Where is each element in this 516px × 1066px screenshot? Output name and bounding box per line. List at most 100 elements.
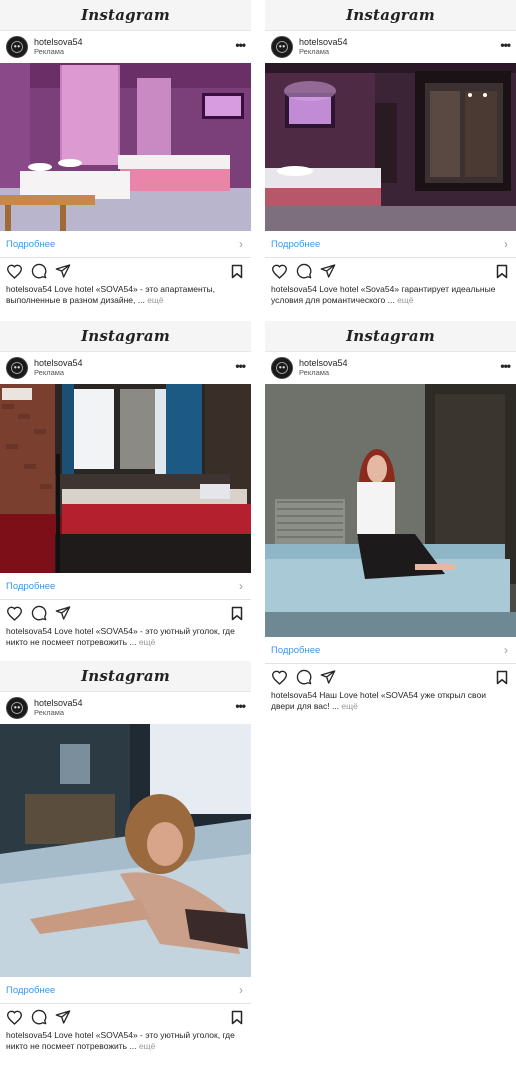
ad-post-5: Instagram hotelsova54 Реклама ••• Подроб…	[0, 661, 251, 1052]
username[interactable]: hotelsova54	[34, 698, 83, 708]
learn-more-label: Подробнее	[271, 644, 321, 656]
sponsored-label: Реклама	[299, 47, 330, 56]
learn-more-button[interactable]: Подробнее ›	[265, 231, 516, 258]
post-photo[interactable]	[0, 724, 251, 977]
username[interactable]: hotelsova54	[34, 37, 83, 47]
more-options-icon[interactable]: •••	[235, 700, 246, 712]
like-heart-icon[interactable]	[6, 1010, 23, 1025]
avatar[interactable]	[6, 357, 28, 379]
instagram-logo: Instagram	[81, 6, 170, 24]
more-options-icon[interactable]: •••	[500, 360, 511, 372]
post-caption: hotelsova54 Love hotel «SOVA54» - это ую…	[0, 626, 251, 648]
action-bar	[0, 1004, 251, 1030]
post-caption: hotelsova54 Love hotel «SOVA54» - это ую…	[0, 1030, 251, 1052]
caption-more-link[interactable]: ещё	[397, 295, 413, 305]
like-heart-icon[interactable]	[271, 264, 288, 279]
learn-more-button[interactable]: Подробнее ›	[0, 573, 251, 600]
learn-more-label: Подробнее	[6, 238, 56, 250]
send-icon[interactable]	[55, 263, 71, 279]
instagram-header: Instagram	[0, 0, 251, 31]
instagram-header: Instagram	[0, 321, 251, 352]
comment-icon[interactable]	[296, 669, 312, 685]
bookmark-icon[interactable]	[231, 606, 243, 626]
action-bar	[0, 258, 251, 284]
post-photo[interactable]	[265, 384, 516, 637]
post-header: hotelsova54 Реклама •••	[0, 31, 251, 63]
learn-more-button[interactable]: Подробнее ›	[0, 977, 251, 1004]
chevron-right-icon: ›	[239, 237, 243, 251]
sponsored-label: Реклама	[34, 708, 65, 717]
ad-post-3: Instagram hotelsova54 Реклама ••• Подроб…	[0, 321, 251, 648]
bookmark-icon[interactable]	[231, 1010, 243, 1030]
caption-text: hotelsova54 Love hotel «SOVA54» - это ую…	[6, 1030, 235, 1051]
post-header: hotelsova54 Реклама •••	[265, 31, 516, 63]
caption-more-link[interactable]: ещё	[139, 637, 155, 647]
more-options-icon[interactable]: •••	[235, 360, 246, 372]
send-icon[interactable]	[320, 263, 336, 279]
chevron-right-icon: ›	[504, 643, 508, 657]
avatar[interactable]	[6, 36, 28, 58]
learn-more-label: Подробнее	[6, 984, 56, 996]
post-caption: hotelsova54 Love hotel «Sova54» гарантир…	[265, 284, 516, 306]
caption-more-link[interactable]: ещё	[139, 1041, 155, 1051]
learn-more-label: Подробнее	[271, 238, 321, 250]
chevron-right-icon: ›	[504, 237, 508, 251]
chevron-right-icon: ›	[239, 983, 243, 997]
more-options-icon[interactable]: •••	[500, 39, 511, 51]
caption-more-link[interactable]: ещё	[341, 701, 357, 711]
instagram-logo: Instagram	[81, 327, 170, 345]
username[interactable]: hotelsova54	[299, 358, 348, 368]
post-photo[interactable]	[265, 63, 516, 231]
comment-icon[interactable]	[296, 263, 312, 279]
ad-post-4: Instagram hotelsova54 Реклама ••• Подроб…	[265, 321, 516, 712]
caption-text: hotelsova54 Наш Love hotel «SOVA54 уже о…	[271, 690, 486, 711]
learn-more-button[interactable]: Подробнее ›	[0, 231, 251, 258]
post-header: hotelsova54 Реклама •••	[0, 692, 251, 724]
bookmark-icon[interactable]	[496, 264, 508, 284]
more-options-icon[interactable]: •••	[235, 39, 246, 51]
post-header: hotelsova54 Реклама •••	[0, 352, 251, 384]
comment-icon[interactable]	[31, 1009, 47, 1025]
instagram-logo: Instagram	[346, 6, 435, 24]
instagram-header: Instagram	[265, 321, 516, 352]
instagram-logo: Instagram	[346, 327, 435, 345]
post-photo[interactable]	[0, 63, 251, 231]
caption-more-link[interactable]: ещё	[147, 295, 163, 305]
send-icon[interactable]	[320, 669, 336, 685]
instagram-header: Instagram	[265, 0, 516, 31]
username[interactable]: hotelsova54	[299, 37, 348, 47]
username[interactable]: hotelsova54	[34, 358, 83, 368]
post-header: hotelsova54 Реклама •••	[265, 352, 516, 384]
post-caption: hotelsova54 Наш Love hotel «SOVA54 уже о…	[265, 690, 516, 712]
avatar[interactable]	[271, 357, 293, 379]
ad-post-1: Instagram hotelsova54 Реклама ••• Подроб…	[0, 0, 251, 306]
caption-text: hotelsova54 Love hotel «SOVA54» - это ую…	[6, 626, 235, 647]
action-bar	[0, 600, 251, 626]
send-icon[interactable]	[55, 605, 71, 621]
post-photo[interactable]	[0, 384, 251, 573]
learn-more-button[interactable]: Подробнее ›	[265, 637, 516, 664]
caption-text: hotelsova54 Love hotel «SOVA54» - это ап…	[6, 284, 216, 305]
post-caption: hotelsova54 Love hotel «SOVA54» - это ап…	[0, 284, 251, 306]
comment-icon[interactable]	[31, 605, 47, 621]
avatar[interactable]	[271, 36, 293, 58]
sponsored-label: Реклама	[299, 368, 330, 377]
like-heart-icon[interactable]	[6, 264, 23, 279]
caption-text: hotelsova54 Love hotel «Sova54» гарантир…	[271, 284, 496, 305]
comment-icon[interactable]	[31, 263, 47, 279]
send-icon[interactable]	[55, 1009, 71, 1025]
action-bar	[265, 258, 516, 284]
instagram-header: Instagram	[0, 661, 251, 692]
action-bar	[265, 664, 516, 690]
like-heart-icon[interactable]	[6, 606, 23, 621]
sponsored-label: Реклама	[34, 368, 65, 377]
like-heart-icon[interactable]	[271, 670, 288, 685]
ad-post-2: Instagram hotelsova54 Реклама ••• Подроб…	[265, 0, 516, 306]
bookmark-icon[interactable]	[496, 670, 508, 690]
chevron-right-icon: ›	[239, 579, 243, 593]
instagram-logo: Instagram	[81, 667, 170, 685]
learn-more-label: Подробнее	[6, 580, 56, 592]
avatar[interactable]	[6, 697, 28, 719]
bookmark-icon[interactable]	[231, 264, 243, 284]
sponsored-label: Реклама	[34, 47, 65, 56]
